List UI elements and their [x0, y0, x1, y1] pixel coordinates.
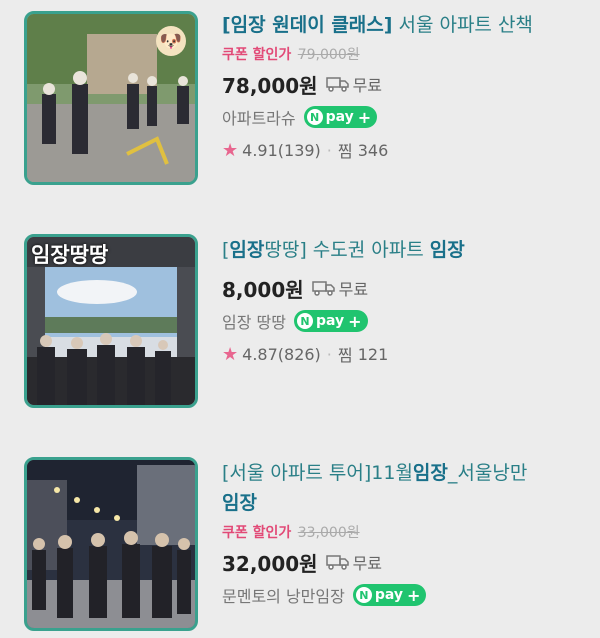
product-list: 🐶 [임장 원데이 클래스] 서울 아파트 산책 쿠폰 할인가 79,000원 … — [0, 0, 600, 638]
shipping-text: 무료 — [338, 280, 369, 299]
naver-n-icon: N — [306, 109, 323, 125]
seller-row: 문멘토의 낭만임장 Npay + — [222, 582, 586, 608]
seller-row: 아파트라슈 Npay + — [222, 104, 586, 130]
truck-icon — [325, 77, 349, 92]
title-text: _서울낭만 — [447, 462, 528, 484]
npay-badge: Npay + — [303, 106, 378, 128]
coupon-price-row: 쿠폰 할인가 79,000원 — [222, 44, 586, 66]
coupon-label: 쿠폰 할인가 — [222, 47, 292, 63]
price-row: 8,000원 무료 — [222, 273, 586, 303]
separator-dot: · — [326, 140, 332, 160]
wish-label: 찜 — [337, 346, 353, 365]
naver-n-icon: N — [355, 587, 372, 603]
product-title[interactable]: [임장 원데이 클래스] 서울 아파트 산책 — [222, 10, 586, 40]
truck-icon — [311, 281, 335, 296]
npay-badge: Npay + — [293, 310, 368, 332]
product-title[interactable]: [서울 아파트 투어]11월임장_서울낭만 임장 — [222, 458, 586, 518]
separator-dot: · — [326, 344, 332, 364]
shipping-text: 무료 — [352, 554, 383, 573]
product-thumbnail[interactable] — [24, 457, 198, 631]
star-icon: ★ — [222, 343, 239, 365]
shipping-text: 무료 — [352, 76, 383, 95]
title-text: 서울 아파트 산책 — [392, 14, 533, 36]
sale-price: 8,000원 — [222, 277, 304, 302]
coupon-price-row: 쿠폰 할인가 33,000원 — [222, 522, 586, 544]
rating-row: ★ 4.91 (139) · 찜 346 — [222, 137, 586, 163]
title-highlight: 임장 — [429, 239, 465, 261]
rating-row: ★ 4.87 (826) · 찜 121 — [222, 341, 586, 367]
title-highlight: [임장 원데이 클래스] — [222, 14, 393, 36]
price-row: 78,000원 무료 — [222, 69, 586, 99]
review-count: (826) — [277, 344, 321, 364]
plus-icon: + — [348, 311, 362, 331]
seller-name[interactable]: 문멘토의 낭만임장 — [222, 583, 345, 607]
coupon-label: 쿠폰 할인가 — [222, 525, 292, 541]
product-info: [서울 아파트 투어]11월임장_서울낭만 임장 쿠폰 할인가 33,000원 3… — [222, 458, 586, 608]
title-text: 땅땅] 수도권 아파트 — [264, 239, 430, 261]
npay-label: pay — [374, 587, 404, 603]
wish-count: 121 — [357, 344, 389, 364]
wish-count: 346 — [357, 140, 389, 160]
shipping-info: 무료 — [325, 550, 383, 574]
product-thumbnail[interactable]: 임장땅땅 — [24, 234, 198, 408]
title-highlight: 임장 — [222, 492, 257, 514]
original-price: 33,000원 — [297, 525, 360, 541]
truck-icon — [325, 555, 349, 570]
original-price: 79,000원 — [297, 47, 360, 63]
thumbnail-caption: 임장땅땅 — [31, 243, 109, 267]
product-info: [임장땅땅] 수도권 아파트 임장 8,000원 무료 임장 땅땅 Npay + … — [222, 235, 586, 367]
npay-label: pay — [325, 109, 354, 125]
shipping-info: 무료 — [311, 276, 369, 300]
seller-name[interactable]: 임장 땅땅 — [222, 309, 286, 333]
product-info: [임장 원데이 클래스] 서울 아파트 산책 쿠폰 할인가 79,000원 78… — [222, 10, 586, 163]
wish-label: 찜 — [337, 142, 353, 161]
title-text: [서울 아파트 투어]11월 — [222, 462, 413, 484]
review-count: (139) — [277, 140, 321, 160]
plus-icon: + — [357, 107, 372, 127]
title-highlight: 임장 — [412, 462, 448, 484]
shipping-info: 무료 — [325, 72, 383, 96]
sale-price: 78,000원 — [222, 73, 318, 98]
rating-value: 4.91 — [242, 140, 278, 160]
npay-label: pay — [315, 313, 345, 329]
star-icon: ★ — [222, 139, 239, 161]
price-row: 32,000원 무료 — [222, 547, 586, 577]
sale-price: 32,000원 — [222, 551, 318, 576]
plus-icon: + — [407, 585, 421, 605]
seller-row: 임장 땅땅 Npay + — [222, 308, 586, 334]
dog-sticker-icon: 🐶 — [156, 26, 186, 56]
title-highlight: 임장 — [229, 239, 265, 261]
naver-n-icon: N — [296, 313, 313, 329]
product-title[interactable]: [임장땅땅] 수도권 아파트 임장 — [222, 235, 586, 265]
npay-badge: Npay + — [352, 584, 427, 606]
seller-name[interactable]: 아파트라슈 — [222, 105, 296, 129]
rating-value: 4.87 — [242, 344, 278, 364]
